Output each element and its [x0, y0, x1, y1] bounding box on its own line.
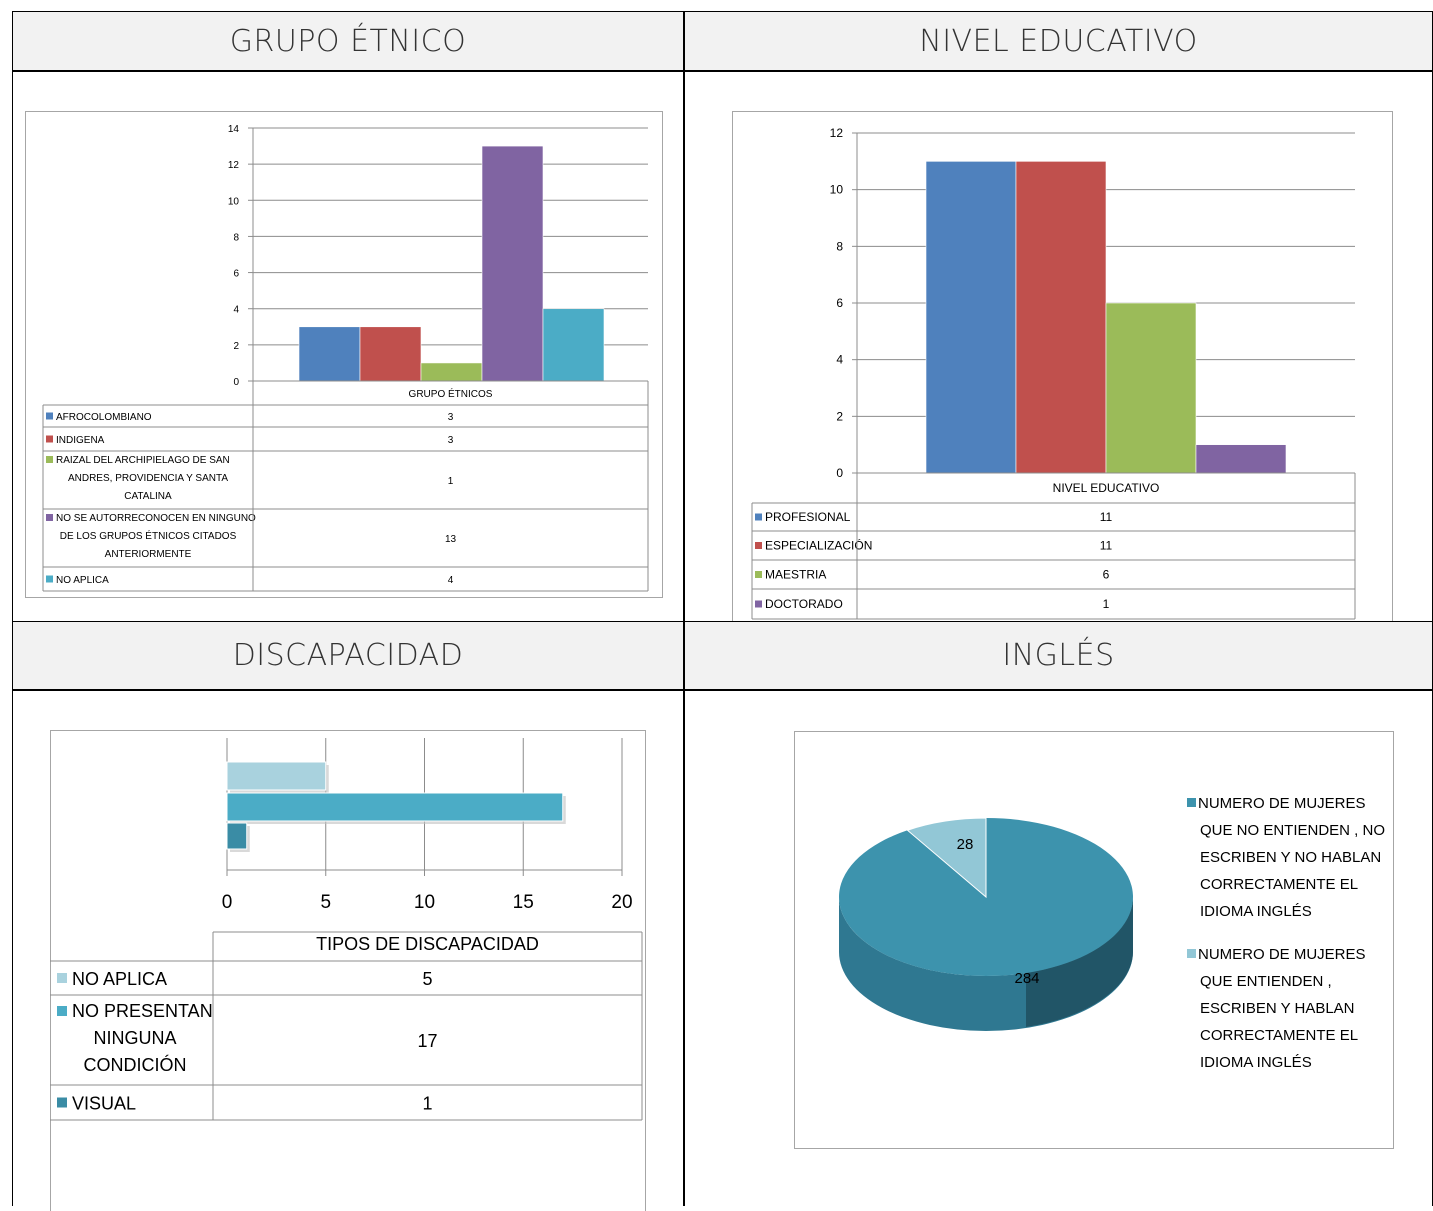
bar-3	[1195, 444, 1287, 474]
table-row-label: NO APLICA	[56, 575, 109, 586]
table-row-label: DOCTORADO	[765, 597, 843, 611]
bar-0	[226, 761, 327, 791]
y-tick-label: 10	[228, 196, 240, 207]
table-row-value: 13	[445, 534, 457, 545]
y-tick-label: 12	[830, 126, 844, 140]
table-row-label: VISUAL	[72, 1094, 136, 1114]
bar-1	[1015, 161, 1107, 474]
bar-0	[298, 326, 361, 382]
y-tick-label: 0	[836, 466, 843, 480]
bar-2	[1105, 302, 1197, 474]
charts-canvas: 02468101214GRUPO ÉTNICOSAFROCOLOMBIANO 3I…	[42, 124, 1385, 1121]
bar-1	[226, 792, 564, 822]
legend-swatch-0	[755, 513, 762, 521]
table-row-label: CATALINA	[124, 491, 172, 502]
legend-swatch-0	[57, 973, 67, 983]
legend-swatch-2	[57, 1097, 67, 1108]
legend-swatch-4	[46, 575, 53, 583]
y-tick-label: 2	[233, 341, 239, 352]
legend-label: ESCRIBEN Y HABLAN	[1200, 1000, 1355, 1017]
y-tick-label: 2	[836, 409, 843, 423]
y-tick-label: 14	[228, 124, 240, 135]
table-header-label: TIPOS DE DISCAPACIDAD	[316, 934, 539, 954]
legend-swatch-1	[1187, 949, 1196, 958]
table-row-value: 1	[1103, 597, 1110, 611]
x-tick-label: 15	[513, 892, 534, 913]
pie-data-label-main: 284	[1014, 970, 1039, 987]
bar-4	[542, 308, 605, 382]
y-tick-label: 6	[836, 296, 843, 310]
y-tick-label: 0	[233, 377, 239, 388]
legend-label: CORRECTAMENTE EL	[1200, 1027, 1358, 1044]
table-header-label: NIVEL EDUCATIVO	[1053, 481, 1160, 495]
table-row-value: 1	[422, 1094, 432, 1114]
y-tick-label: 10	[830, 183, 844, 197]
legend-swatch-3	[755, 600, 762, 608]
y-tick-label: 8	[233, 232, 239, 243]
x-tick-label: 5	[320, 892, 331, 913]
table-row-label: INDIGENA	[56, 435, 105, 446]
legend-label: IDIOMA INGLÉS	[1200, 1054, 1312, 1071]
table-row-label: ANDRES, PROVIDENCIA Y SANTA	[68, 473, 228, 484]
table-row-label: NO PRESENTAN	[72, 1001, 213, 1021]
table-row-value: 3	[448, 435, 454, 446]
table-row-label: MAESTRIA	[765, 568, 826, 582]
legend-swatch-1	[57, 1006, 67, 1016]
legend-swatch-0	[46, 412, 53, 420]
table-row-value: 1	[448, 476, 454, 487]
y-tick-label: 12	[228, 160, 240, 171]
pie-data-label-minor: 28	[957, 836, 974, 853]
table-row-value: 17	[417, 1031, 437, 1051]
table-row-label: PROFESIONAL	[765, 510, 851, 524]
x-tick-label: 20	[611, 892, 632, 913]
table-row-label: NO APLICA	[72, 969, 167, 989]
legend-label: NUMERO DE MUJERES	[1198, 946, 1366, 963]
table-row-label: AFROCOLOMBIANO	[56, 412, 152, 423]
table-row-value: 5	[422, 969, 432, 989]
legend-swatch-2	[46, 456, 53, 463]
legend-label: CORRECTAMENTE EL	[1200, 876, 1358, 893]
legend-label: ESCRIBEN Y NO HABLAN	[1200, 849, 1381, 866]
legend-label: NUMERO DE MUJERES	[1198, 795, 1366, 812]
legend-label: IDIOMA INGLÉS	[1200, 903, 1312, 920]
legend-label: QUE NO ENTIENDEN , NO	[1200, 822, 1385, 839]
table-row-value: 6	[1103, 568, 1110, 582]
bar-0	[925, 161, 1017, 474]
table-row-value: 11	[1100, 510, 1113, 524]
bar-2	[226, 822, 248, 850]
legend-swatch-1	[755, 542, 762, 549]
legend-swatch-3	[46, 514, 53, 521]
y-tick-label: 8	[836, 239, 843, 253]
table-row-label: DE LOS GRUPOS ÉTNICOS CITADOS	[60, 529, 237, 542]
table-header-label: GRUPO ÉTNICOS	[409, 387, 493, 400]
table-row-label: ESPECIALIZACIÓN	[765, 538, 872, 553]
y-tick-label: 4	[233, 305, 239, 316]
table-row-label: NINGUNA	[93, 1028, 176, 1048]
table-row-value: 11	[1100, 539, 1113, 553]
table-row-label: RAIZAL DEL ARCHIPIELAGO DE SAN	[56, 455, 230, 466]
table-row-label: ANTERIORMENTE	[105, 549, 192, 560]
x-tick-label: 10	[414, 892, 435, 913]
legend-swatch-0	[1187, 798, 1196, 807]
bar-2	[420, 362, 483, 382]
y-tick-label: 4	[836, 353, 843, 367]
x-tick-label: 0	[222, 892, 233, 913]
table-row-label: CONDICIÓN	[84, 1054, 187, 1075]
legend-label: QUE ENTIENDEN ,	[1200, 973, 1332, 990]
bar-1	[359, 326, 422, 382]
legend-swatch-1	[46, 435, 53, 443]
legend-swatch-2	[755, 571, 762, 578]
table-row-value: 4	[448, 575, 454, 586]
table-row-value: 3	[448, 412, 454, 423]
dashboard-grid: GRUPO ÉTNICO NIVEL EDUCATIVO DISCAPACIDA…	[0, 0, 1433, 1211]
bar-3	[481, 145, 544, 382]
y-tick-label: 6	[233, 269, 239, 280]
table-row-label: NO SE AUTORRECONOCEN EN NINGUNO	[56, 513, 256, 524]
